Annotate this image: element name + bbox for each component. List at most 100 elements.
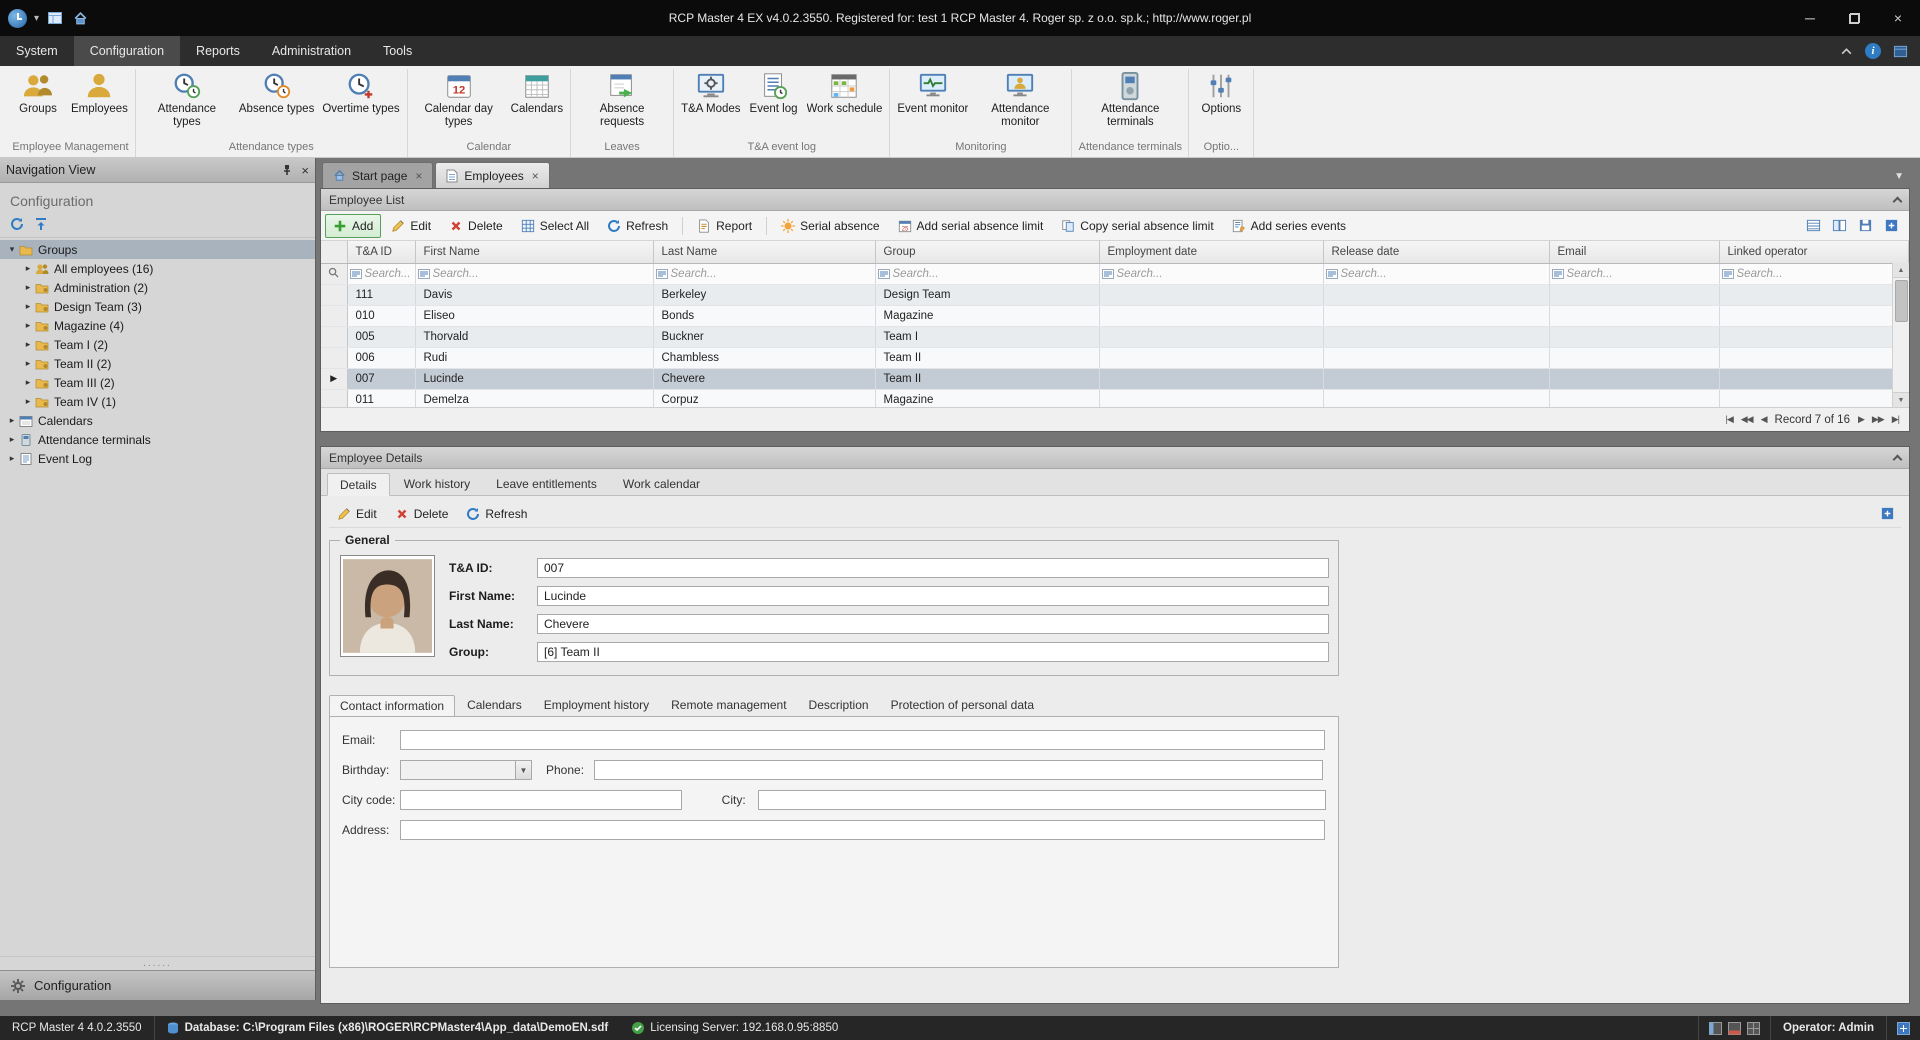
session-icon[interactable]: [1897, 1022, 1910, 1035]
expander-icon[interactable]: ▾: [6, 244, 18, 255]
tab-details[interactable]: Details: [327, 473, 390, 496]
ribbon-button-event-log[interactable]: Event log: [745, 69, 803, 131]
vertical-scrollbar[interactable]: ▲ ▼: [1892, 263, 1909, 407]
tab-leave-entitlements[interactable]: Leave entitlements: [484, 472, 609, 495]
next-record-button[interactable]: ▶: [1858, 414, 1864, 425]
column-header-release-date[interactable]: Release date: [1323, 241, 1549, 263]
ta-id-input[interactable]: [537, 558, 1329, 578]
ribbon-button-attendance-types[interactable]: Attendance types: [139, 69, 235, 131]
ribbon-button-work-schedule[interactable]: Work schedule: [803, 69, 887, 131]
panel-help-icon[interactable]: [1877, 504, 1897, 524]
collapse-panel-icon[interactable]: [1893, 454, 1903, 464]
expander-icon[interactable]: ▸: [22, 282, 34, 293]
grid-view-icon[interactable]: [1803, 216, 1823, 236]
tab-employees[interactable]: Employees ×: [435, 162, 549, 188]
filter-group-input[interactable]: [893, 268, 1097, 280]
column-header-group[interactable]: Group: [875, 241, 1099, 263]
save-layout-icon[interactable]: [1855, 216, 1875, 236]
quick-access-dropdown-icon[interactable]: ▾: [34, 13, 39, 24]
tree-item-team-1[interactable]: ▸ Team I (2): [0, 335, 315, 354]
filter-mode-icon[interactable]: [1722, 268, 1734, 280]
panel-help-icon[interactable]: [1881, 216, 1901, 236]
filter-email-input[interactable]: [1567, 268, 1717, 280]
layout-grid-icon[interactable]: [1747, 1022, 1760, 1035]
tree-item-magazine[interactable]: ▸ Magazine (4): [0, 316, 315, 335]
delete-button[interactable]: Delete: [387, 502, 457, 526]
dropdown-arrow-icon[interactable]: ▼: [515, 760, 532, 780]
add-serial-absence-limit-button[interactable]: 25 Add serial absence limit: [890, 214, 1052, 238]
column-header-email[interactable]: Email: [1549, 241, 1719, 263]
expander-icon[interactable]: ▸: [22, 339, 34, 350]
minimize-button[interactable]: ─: [1788, 0, 1832, 36]
menu-tab-administration[interactable]: Administration: [256, 36, 367, 66]
ribbon-button-ta-modes[interactable]: T&A Modes: [677, 69, 744, 131]
layout-bottom-icon[interactable]: [1728, 1022, 1741, 1035]
filter-first-name-input[interactable]: [433, 268, 651, 280]
copy-serial-absence-limit-button[interactable]: Copy serial absence limit: [1053, 214, 1221, 238]
expander-icon[interactable]: ▸: [22, 396, 34, 407]
select-all-button[interactable]: Select All: [513, 214, 597, 238]
column-header-linked-operator[interactable]: Linked operator: [1719, 241, 1909, 263]
close-panel-icon[interactable]: ×: [301, 163, 309, 178]
ribbon-button-calendar-day-types[interactable]: 12 Calendar day types: [411, 69, 507, 131]
card-view-icon[interactable]: [1829, 216, 1849, 236]
window-layout-icon[interactable]: [1893, 44, 1908, 59]
edit-button[interactable]: Edit: [383, 214, 439, 238]
refresh-icon[interactable]: [10, 217, 24, 231]
ribbon-button-attendance-monitor[interactable]: Attendance monitor: [972, 69, 1068, 131]
qat-home-icon[interactable]: [71, 9, 89, 27]
filter-ta-id-input[interactable]: [365, 268, 413, 280]
tree-item-calendars[interactable]: ▸ Calendars: [0, 411, 315, 430]
filter-release-date-input[interactable]: [1341, 268, 1547, 280]
table-row[interactable]: 010 Eliseo Bonds Magazine: [321, 305, 1909, 326]
filter-linked-operator-input[interactable]: [1737, 268, 1907, 280]
table-row[interactable]: 006 Rudi Chambless Team II: [321, 347, 1909, 368]
tree-item-administration[interactable]: ▸ Administration (2): [0, 278, 315, 297]
expander-icon[interactable]: ▸: [22, 377, 34, 388]
edit-button[interactable]: Edit: [329, 502, 385, 526]
collapse-panel-icon[interactable]: [1893, 196, 1903, 206]
ribbon-button-groups[interactable]: Groups: [9, 69, 67, 131]
address-input[interactable]: [400, 820, 1325, 840]
scroll-down-icon[interactable]: ▼: [1893, 392, 1909, 407]
expander-icon[interactable]: ▸: [6, 453, 18, 464]
filter-mode-icon[interactable]: [418, 268, 430, 280]
column-header-last-name[interactable]: Last Name: [653, 241, 875, 263]
filter-employment-date-input[interactable]: [1117, 268, 1321, 280]
column-header-first-name[interactable]: First Name: [415, 241, 653, 263]
expander-icon[interactable]: ▸: [6, 415, 18, 426]
layout-left-icon[interactable]: [1709, 1022, 1722, 1035]
scrollbar-thumb[interactable]: [1895, 280, 1908, 322]
delete-button[interactable]: Delete: [441, 214, 511, 238]
add-button[interactable]: Add: [325, 214, 381, 238]
subtab-contact-information[interactable]: Contact information: [329, 695, 455, 717]
app-logo-icon[interactable]: [8, 9, 27, 28]
table-row-selected[interactable]: ▶ 007 Lucinde Chevere Team II: [321, 368, 1909, 389]
last-name-input[interactable]: [537, 614, 1329, 634]
subtab-protection-of-personal-data[interactable]: Protection of personal data: [881, 694, 1044, 716]
tree-item-team-4[interactable]: ▸ Team IV (1): [0, 392, 315, 411]
splitter-grip[interactable]: ......: [0, 956, 315, 970]
tree-item-groups[interactable]: ▾ Groups: [0, 240, 315, 259]
scroll-up-icon[interactable]: ▲: [1893, 263, 1909, 278]
phone-input[interactable]: [594, 760, 1323, 780]
tree-item-team-3[interactable]: ▸ Team III (2): [0, 373, 315, 392]
tab-list-dropdown-icon[interactable]: ▼: [1894, 171, 1910, 188]
tab-work-calendar[interactable]: Work calendar: [611, 472, 712, 495]
ribbon-button-calendars[interactable]: Calendars: [507, 69, 567, 131]
filter-last-name-input[interactable]: [671, 268, 873, 280]
email-input[interactable]: [400, 730, 1325, 750]
info-icon[interactable]: i: [1865, 43, 1881, 59]
refresh-button[interactable]: Refresh: [599, 214, 676, 238]
expander-icon[interactable]: ▸: [22, 320, 34, 331]
filter-mode-icon[interactable]: [1326, 268, 1338, 280]
serial-absence-button[interactable]: Serial absence: [773, 214, 887, 238]
menu-tab-tools[interactable]: Tools: [367, 36, 428, 66]
ribbon-button-absence-requests[interactable]: Absence requests: [574, 69, 670, 131]
subtab-remote-management[interactable]: Remote management: [661, 694, 796, 716]
filter-mode-icon[interactable]: [656, 268, 668, 280]
next-page-button[interactable]: ▶▶: [1872, 414, 1884, 425]
filter-mode-icon[interactable]: [1102, 268, 1114, 280]
ribbon-button-options[interactable]: Options: [1192, 69, 1250, 131]
add-series-events-button[interactable]: Add series events: [1224, 214, 1354, 238]
